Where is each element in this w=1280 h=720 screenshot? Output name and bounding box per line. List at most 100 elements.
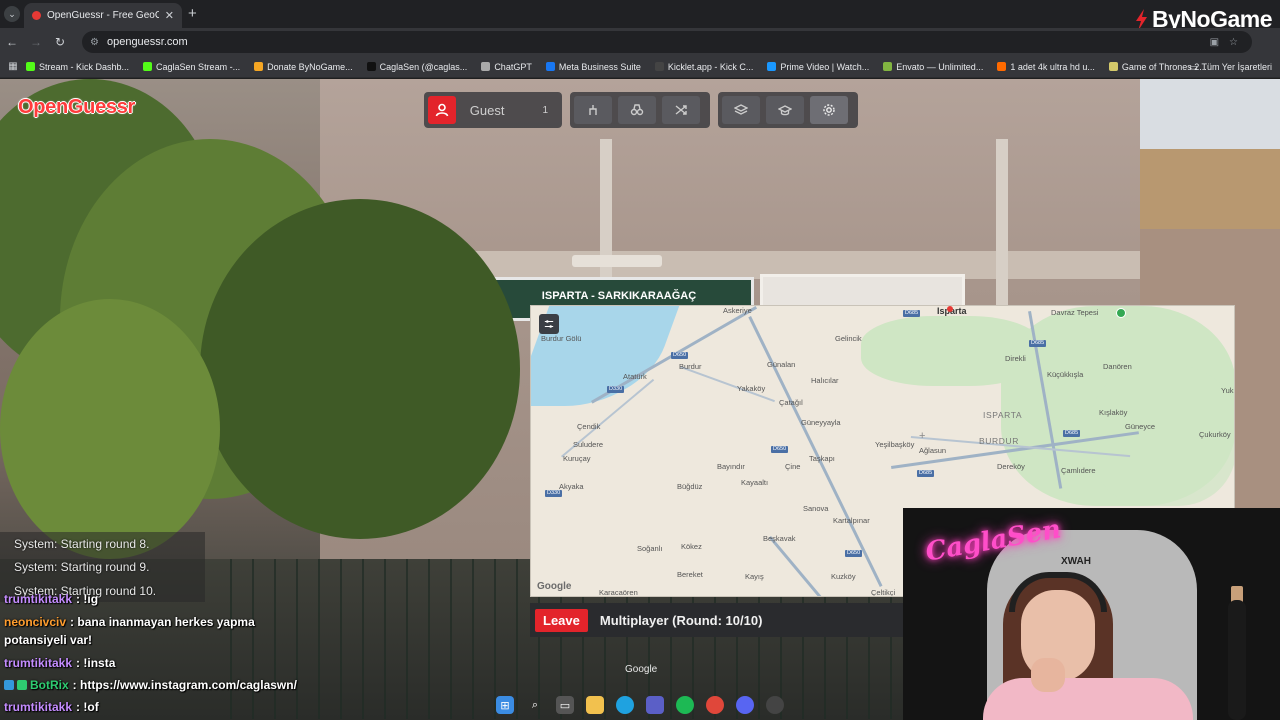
all-bookmarks-label: Tüm Yer İşaretleri xyxy=(1201,62,1272,72)
bookmark-star-icon[interactable]: ☆ xyxy=(1229,37,1238,48)
bookmark-item[interactable]: Donate ByNoGame... xyxy=(254,62,353,72)
pan-button[interactable] xyxy=(574,96,612,124)
road-shield: D685 xyxy=(903,310,921,317)
education-button[interactable] xyxy=(766,96,804,124)
shuffle-button[interactable] xyxy=(662,96,700,124)
leave-button[interactable]: Leave xyxy=(535,608,588,632)
chrome-icon[interactable] xyxy=(706,696,724,714)
screen: ⌄ OpenGuessr - Free GeoGuessr A ✕ + ByNo… xyxy=(0,0,1280,720)
bookmark-item[interactable]: Stream - Kick Dashb... xyxy=(26,62,129,72)
chat-message: BotRix: https://www.instagram.com/caglas… xyxy=(4,678,297,692)
map-place-label: Kartalpınar xyxy=(833,516,870,525)
map-place-label: Küçükkışla xyxy=(1047,370,1084,379)
tab-search-button[interactable]: ⌄ xyxy=(4,6,20,22)
bookmark-item[interactable]: ChatGPT xyxy=(481,62,532,72)
windows-start-icon[interactable]: ⊞ xyxy=(496,696,514,714)
chat-username: BotRix xyxy=(30,678,69,692)
folder-icon: ▭ xyxy=(1188,61,1198,72)
street-view-attribution: Google xyxy=(625,664,658,675)
pan-icon xyxy=(589,105,597,115)
chat-text: : !of xyxy=(76,700,99,714)
game-controls xyxy=(570,92,710,128)
guitar xyxy=(1228,600,1246,720)
map-place-label: Çatağıl xyxy=(779,398,803,407)
settings-button[interactable] xyxy=(810,96,848,124)
map-place-label: Beşkavak xyxy=(763,534,796,543)
bookmark-favicon-icon xyxy=(767,62,777,71)
bookmark-item[interactable]: CaglaSen (@caglas... xyxy=(366,61,468,72)
map-place-label: Sanova xyxy=(803,504,829,513)
bookmark-label: CaglaSen (@caglas... xyxy=(379,61,468,72)
map-place-label: Atatürk xyxy=(623,372,647,381)
spotify-icon[interactable] xyxy=(676,696,694,714)
discord-icon[interactable] xyxy=(736,696,754,714)
map-place-label: Suludere xyxy=(573,440,604,449)
bookmark-item[interactable]: Prime Video | Watch... xyxy=(767,62,869,72)
task-view-icon[interactable]: ▭ xyxy=(556,696,574,714)
tab-title: OpenGuessr - Free GeoGuessr A xyxy=(47,10,159,21)
map-place-label: Büğdüz xyxy=(677,482,703,491)
openguessr-logo[interactable]: OpenGuessr xyxy=(18,96,135,119)
edge-icon[interactable] xyxy=(616,696,634,714)
map-cursor-icon: + xyxy=(919,430,926,442)
map-place-label: Direkli xyxy=(1005,354,1026,363)
sky xyxy=(1140,79,1280,159)
bookmark-item[interactable]: Meta Business Suite xyxy=(545,62,641,72)
zoom-button[interactable] xyxy=(618,96,656,124)
map-attribution: Google xyxy=(537,581,572,592)
bookmark-favicon-icon xyxy=(26,62,35,71)
browser-tab-bar: ⌄ OpenGuessr - Free GeoGuessr A ✕ + ByNo… xyxy=(0,0,1280,32)
bookmark-item[interactable]: Envato — Unlimited... xyxy=(883,62,983,72)
road-shield: D650 xyxy=(771,446,789,453)
map-place-label: Gelincik xyxy=(835,334,862,343)
bot-badge-icon xyxy=(4,680,14,690)
map-place-label: Yeşilbaşköy xyxy=(875,440,915,449)
layers-icon xyxy=(734,104,748,115)
location-pin-icon xyxy=(947,306,953,312)
layers-button[interactable] xyxy=(722,96,760,124)
new-tab-button[interactable]: + xyxy=(188,5,197,22)
chat-text: : !insta xyxy=(76,656,116,670)
map-place-label: ISPARTA xyxy=(983,410,1023,420)
bookmark-label: CaglaSen Stream -... xyxy=(156,61,241,72)
bookmark-item[interactable]: CaglaSen Stream -... xyxy=(143,62,240,72)
chat-message: potansiyeli var! xyxy=(4,633,92,647)
translate-icon[interactable]: ▣ xyxy=(1210,37,1219,48)
bookmark-favicon-icon xyxy=(1108,62,1118,71)
file-explorer-icon[interactable] xyxy=(586,696,604,714)
map-place-label: Kuzköy xyxy=(831,572,856,581)
map-place-label: Ağlasun xyxy=(919,446,947,455)
bookmark-favicon-icon xyxy=(997,62,1007,71)
road-shield: D685 xyxy=(1063,430,1081,437)
system-message: System: Starting round 8. xyxy=(14,537,150,551)
road-shield: D650 xyxy=(845,550,863,557)
bookmark-label: Prime Video | Watch... xyxy=(780,61,870,72)
map-place-label: Karacaören xyxy=(599,588,638,597)
site-info-icon[interactable]: ⚙ xyxy=(90,37,99,48)
browser-tab[interactable]: OpenGuessr - Free GeoGuessr A ✕ xyxy=(24,3,182,28)
streamer-hand xyxy=(1031,658,1065,692)
bookmark-item[interactable]: Kicklet.app - Kick C... xyxy=(654,62,753,72)
forward-icon[interactable]: → xyxy=(24,35,48,49)
all-bookmarks[interactable]: ▭ Tüm Yer İşaretleri xyxy=(1189,56,1272,78)
close-tab-icon[interactable]: ✕ xyxy=(165,9,174,22)
user-button[interactable] xyxy=(428,96,456,124)
bookmark-favicon-icon xyxy=(366,62,376,71)
bookmark-item[interactable]: 1 adet 4k ultra hd u... xyxy=(997,62,1095,72)
bookmark-favicon-icon xyxy=(545,62,555,71)
verified-badge-icon xyxy=(17,680,27,690)
bookmark-favicon-icon xyxy=(254,62,264,71)
apps-grid-icon[interactable]: ▦ xyxy=(0,61,26,72)
teams-icon[interactable] xyxy=(646,696,664,714)
chat-text: potansiyeli var! xyxy=(4,633,93,647)
map-size-toggle[interactable] xyxy=(539,314,559,334)
map-place-label: Burdur xyxy=(679,362,702,371)
address-bar[interactable]: ⚙ openguessr.com ▣ ☆ xyxy=(82,31,1252,53)
bookmark-label: Envato — Unlimited... xyxy=(896,61,984,72)
guest-count: 1 xyxy=(542,104,548,116)
obs-icon[interactable] xyxy=(766,696,784,714)
search-icon[interactable]: ⌕ xyxy=(526,696,544,714)
back-icon[interactable]: ← xyxy=(0,35,24,49)
map-place-label: Kayaaltı xyxy=(741,478,769,487)
reload-icon[interactable]: ↻ xyxy=(48,35,72,49)
